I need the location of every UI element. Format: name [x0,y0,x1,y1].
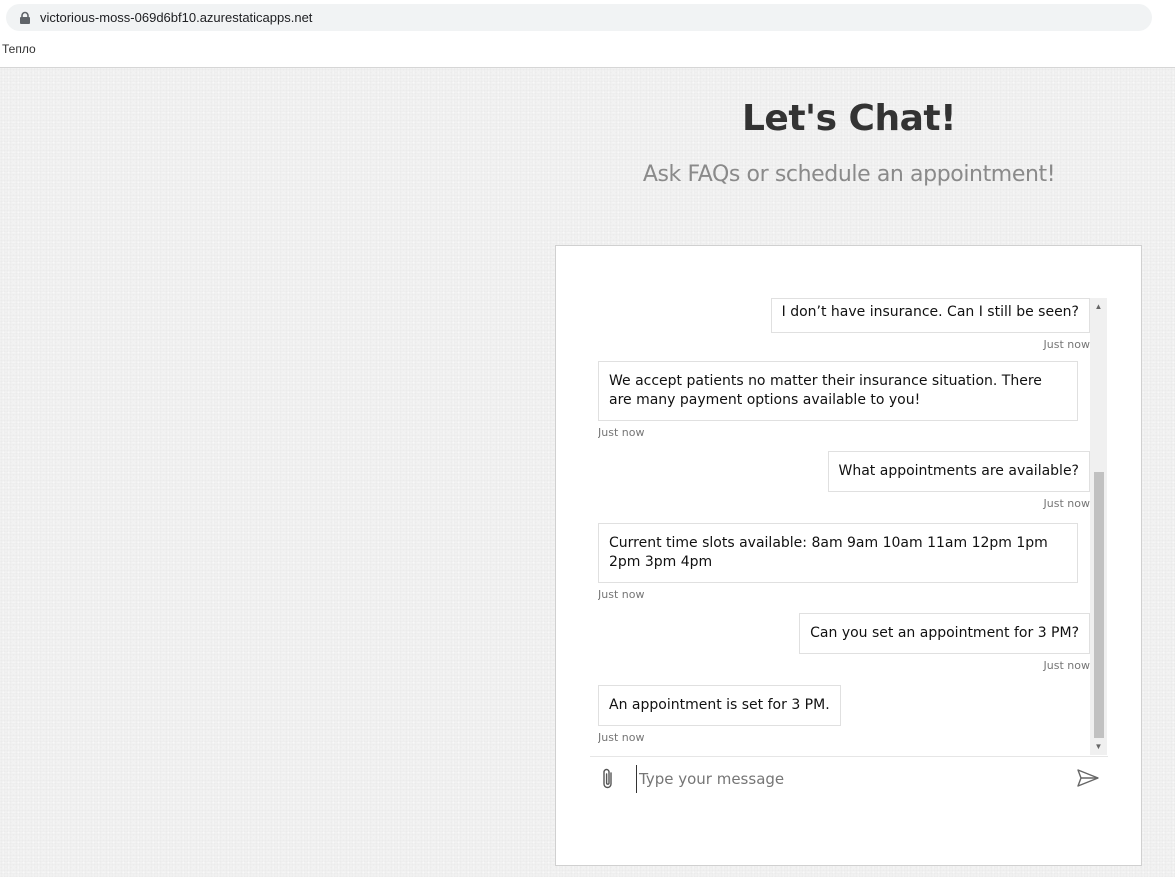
chevron-down-icon[interactable]: ▼ [1090,738,1107,755]
chat-transcript[interactable]: I don’t have insurance. Can I still be s… [598,298,1108,754]
page-content: Let's Chat! Ask FAQs or schedule an appo… [0,68,1175,877]
transcript-scrollbar[interactable]: ▲ ▼ [1090,298,1107,755]
chevron-up-icon[interactable]: ▲ [1090,298,1107,315]
bookmark-item[interactable]: Тепло [2,42,36,56]
message-bubble: An appointment is set for 3 PM. [598,685,841,726]
bot-message: An appointment is set for 3 PM. Just now [598,685,841,744]
message-bubble: What appointments are available? [827,451,1090,492]
message-input[interactable] [636,765,1056,793]
page-title: Let's Chat! [741,98,957,139]
scrollbar-thumb[interactable] [1094,472,1104,738]
message-timestamp: Just now [598,426,645,439]
bot-message: We accept patients no matter their insur… [598,361,1078,439]
message-timestamp: Just now [1043,497,1090,510]
message-bubble: We accept patients no matter their insur… [598,361,1078,421]
page-subtitle: Ask FAQs or schedule an appointment! [642,162,1056,187]
user-message: What appointments are available? Just no… [827,451,1090,510]
url-text[interactable]: victorious-moss-069d6bf10.azurestaticapp… [40,10,312,25]
message-timestamp: Just now [598,588,645,601]
send-icon[interactable] [1076,767,1100,789]
message-bubble: Current time slots available: 8am 9am 10… [598,523,1078,583]
user-message: I don’t have insurance. Can I still be s… [770,298,1090,351]
chat-widget: I don’t have insurance. Can I still be s… [555,245,1142,866]
url-field[interactable]: victorious-moss-069d6bf10.azurestaticapp… [6,4,1152,31]
paperclip-icon[interactable] [598,767,618,791]
message-timestamp: Just now [1043,659,1090,672]
browser-address-bar: victorious-moss-069d6bf10.azurestaticapp… [0,0,1175,36]
bookmarks-bar: Тепло [0,36,1175,68]
message-bubble: Can you set an appointment for 3 PM? [799,613,1090,654]
lock-icon[interactable] [18,11,32,25]
bot-message: Current time slots available: 8am 9am 10… [598,523,1078,601]
message-timestamp: Just now [598,731,645,744]
user-message: Can you set an appointment for 3 PM? Jus… [799,613,1090,672]
message-bubble: I don’t have insurance. Can I still be s… [770,298,1090,333]
send-box [590,756,1108,798]
message-timestamp: Just now [1043,338,1090,351]
